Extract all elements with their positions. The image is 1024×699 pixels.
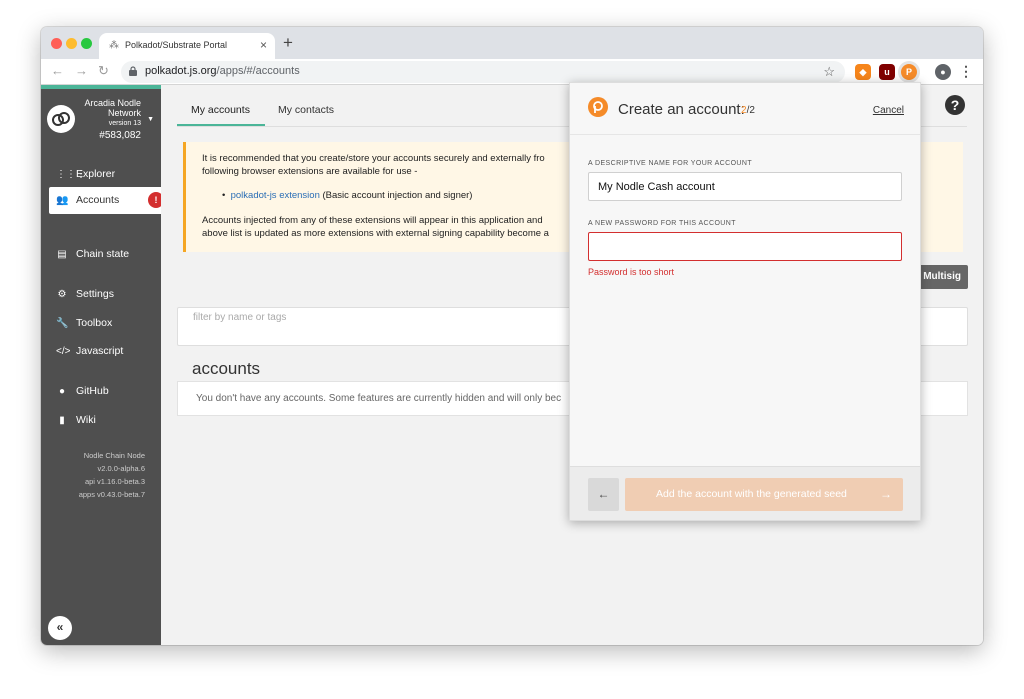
step-indicator: 2/2 (741, 105, 755, 116)
block-number: #583,082 (99, 130, 141, 141)
popup-title: Create an account: (618, 101, 745, 118)
popup-header: Create an account: 2/2 Cancel (570, 83, 920, 135)
sidebar-item-settings[interactable]: ⚙ Settings (49, 281, 161, 308)
help-icon[interactable]: ? (945, 95, 965, 115)
warning-text: following browser extensions are availab… (202, 166, 418, 177)
close-window-button[interactable] (51, 38, 62, 49)
tab-close-icon[interactable]: × (260, 38, 267, 52)
add-account-label: Add the account with the generated seed (656, 488, 847, 500)
lock-icon (129, 66, 137, 76)
arrow-right-icon: → (880, 487, 892, 501)
account-name-value: My Nodle Cash account (598, 181, 715, 193)
tab-title: Polkadot/Substrate Portal (125, 40, 228, 50)
reload-icon[interactable]: ↻ (98, 63, 109, 79)
popup-footer: ← Add the account with the generated see… (570, 466, 920, 520)
sidebar-item-label: Chain state (76, 248, 130, 260)
url-text: polkadot.js.org/apps/#/accounts (145, 65, 300, 77)
extension-description: (Basic account injection and signer) (319, 190, 473, 201)
node-version: v2.0.0-alpha.6 (97, 464, 145, 473)
minimize-window-button[interactable] (66, 38, 77, 49)
gears-icon: ⚙ (57, 289, 67, 300)
extension-list-item: • polkadot-js extension (Basic account i… (222, 190, 473, 201)
users-icon: 👥 (56, 195, 69, 206)
sidebar-item-label: Settings (76, 288, 114, 300)
database-icon: ▤ (57, 249, 67, 260)
multisig-label: Multisig (923, 271, 961, 282)
sidebar-item-label: Accounts (76, 194, 120, 206)
apps-version: apps v0.43.0-beta.7 (78, 490, 145, 499)
add-account-button[interactable]: Add the account with the generated seed … (625, 478, 903, 511)
profile-avatar-icon[interactable]: ● (935, 64, 951, 80)
name-field-label: A DESCRIPTIVE NAME FOR YOUR ACCOUNT (588, 160, 753, 167)
maximize-window-button[interactable] (81, 38, 92, 49)
sidebar-item-github[interactable]: ● GitHub (49, 378, 161, 405)
sidebar-item-label: Javascript (76, 345, 124, 357)
browser-menu-icon[interactable]: ⋮ (959, 63, 973, 80)
password-field-label: A NEW PASSWORD FOR THIS ACCOUNT (588, 220, 736, 227)
url-input[interactable]: polkadot.js.org/apps/#/accounts ☆ (121, 61, 845, 83)
forward-arrow-icon[interactable]: → (75, 63, 88, 78)
password-input[interactable] (588, 232, 902, 261)
sidebar-item-label: Explorer (76, 168, 116, 180)
warning-text: Accounts injected from any of these exte… (202, 215, 543, 226)
sidebar-item-label: Wiki (76, 414, 96, 426)
book-icon: ▮ (59, 415, 65, 426)
api-version: api v1.16.0-beta.3 (84, 477, 145, 486)
accounts-heading: accounts (192, 359, 261, 378)
browser-window: ⁂ Polkadot/Substrate Portal × + ← → ↻ po… (41, 27, 983, 645)
github-icon: ● (58, 386, 66, 397)
sidebar: Arcadia Nodle Network version 13 #583,08… (41, 85, 164, 645)
tab-my-accounts[interactable]: My accounts (191, 104, 250, 116)
sidebar-item-label: GitHub (76, 385, 109, 397)
filter-placeholder: filter by name or tags (193, 312, 287, 323)
browser-tab-bar: ⁂ Polkadot/Substrate Portal × + (41, 27, 983, 59)
warning-text: It is recommended that you create/store … (202, 153, 545, 164)
warning-text: above list is updated as more extensions… (202, 228, 549, 239)
chain-version: version 13 (108, 120, 141, 127)
bookmark-star-icon[interactable]: ☆ (823, 64, 835, 80)
browser-tab[interactable]: ⁂ Polkadot/Substrate Portal × (99, 33, 275, 59)
metamask-extension-icon[interactable]: ◆ (855, 64, 871, 80)
new-tab-button[interactable]: + (283, 33, 293, 53)
polkadot-extension-link[interactable]: polkadot-js extension (231, 190, 320, 201)
grid-icon: ⋮⋮⋮ (56, 169, 86, 180)
back-button[interactable]: ← (588, 478, 619, 511)
polkadot-extension-icon[interactable]: P (901, 64, 917, 80)
chain-name[interactable]: Arcadia Nodle Network (61, 98, 141, 118)
active-tab-indicator (177, 124, 265, 126)
back-arrow-icon[interactable]: ← (51, 63, 64, 78)
polkadot-logo-icon (588, 97, 608, 117)
sidebar-item-accounts[interactable]: 👥 Accounts ! (49, 187, 164, 214)
sidebar-item-wiki[interactable]: ▮ Wiki (49, 407, 161, 434)
sidebar-item-toolbox[interactable]: 🔧 Toolbox (49, 310, 161, 337)
sidebar-item-javascript[interactable]: </> Javascript (49, 338, 161, 365)
password-error-message: Password is too short (588, 267, 675, 277)
account-name-input[interactable]: My Nodle Cash account (588, 172, 902, 201)
sidebar-item-chain-state[interactable]: ▤ Chain state (49, 241, 161, 268)
ublock-extension-icon[interactable]: u (879, 64, 895, 80)
create-account-popup: Create an account: 2/2 Cancel A DESCRIPT… (569, 82, 921, 521)
sidebar-item-label: Toolbox (76, 317, 113, 329)
chevron-down-icon[interactable]: ▼ (147, 116, 154, 123)
code-icon: </> (56, 346, 71, 357)
cancel-link[interactable]: Cancel (873, 105, 904, 116)
version-info: Nodle Chain Node v2.0.0-alpha.6 api v1.1… (79, 449, 145, 501)
node-name: Nodle Chain Node (83, 451, 145, 460)
empty-text: You don't have any accounts. Some featur… (196, 393, 562, 404)
polkadot-favicon-icon: ⁂ (109, 40, 119, 51)
sidebar-item-explorer[interactable]: ⋮⋮⋮ Explorer (49, 161, 161, 188)
collapse-sidebar-button[interactable]: « (48, 616, 72, 640)
wrench-icon: 🔧 (56, 318, 69, 329)
tab-my-contacts[interactable]: My contacts (278, 104, 334, 116)
